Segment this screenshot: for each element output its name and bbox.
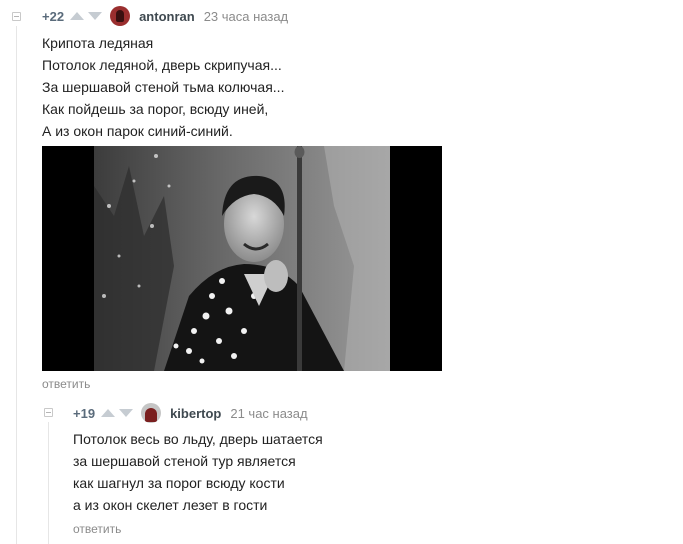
comment-header: +19 kibertop 21 час назад xyxy=(73,403,308,423)
comment-line: Потолок весь во льду, дверь шатается xyxy=(73,431,323,447)
timestamp[interactable]: 23 часа назад xyxy=(204,9,288,24)
comment-line: как шагнул за порог всюду кости xyxy=(73,475,285,491)
comments-page: +22 antonran 23 часа назад Крипота ледян… xyxy=(0,0,683,544)
comment-header: +22 antonran 23 часа назад xyxy=(42,6,288,26)
thread-line-root[interactable] xyxy=(16,26,17,544)
comment-line: за шершавой стеной тур является xyxy=(73,453,296,469)
downvote-arrow-icon[interactable] xyxy=(88,12,103,20)
timestamp[interactable]: 21 час назад xyxy=(230,406,307,421)
collapse-toggle-icon[interactable] xyxy=(44,408,53,417)
upvote-arrow-icon[interactable] xyxy=(101,409,116,417)
embedded-video[interactable] xyxy=(42,146,442,371)
avatar[interactable] xyxy=(141,403,162,423)
rating-value: +19 xyxy=(73,405,96,421)
comment-line: Потолок ледяной, дверь скрипучая... xyxy=(42,57,282,73)
comment-body: Потолок весь во льду, дверь шатается за … xyxy=(73,428,323,516)
comment-body: Крипота ледяная Потолок ледяной, дверь с… xyxy=(42,32,284,142)
comment-line: Как пойдешь за порог, всюду иней, xyxy=(42,101,269,117)
comment-line: Крипота ледяная xyxy=(42,35,154,51)
collapse-toggle-icon[interactable] xyxy=(12,12,21,21)
username-link[interactable]: antonran xyxy=(139,9,195,24)
downvote-arrow-icon[interactable] xyxy=(119,409,134,417)
video-frame-image xyxy=(94,146,390,371)
thread-line-reply[interactable] xyxy=(48,422,49,544)
reply-link[interactable]: ответить xyxy=(73,522,121,536)
comment-line: За шершавой стеной тьма колючая... xyxy=(42,79,285,95)
username-link[interactable]: kibertop xyxy=(170,406,221,421)
rating-value: +22 xyxy=(42,8,65,24)
comment-line: а из окон скелет лезет в гости xyxy=(73,497,268,513)
upvote-arrow-icon[interactable] xyxy=(70,12,85,20)
reply-link[interactable]: ответить xyxy=(42,377,90,391)
comment-line: А из окон парок синий-синий. xyxy=(42,123,233,139)
avatar[interactable] xyxy=(110,6,131,26)
